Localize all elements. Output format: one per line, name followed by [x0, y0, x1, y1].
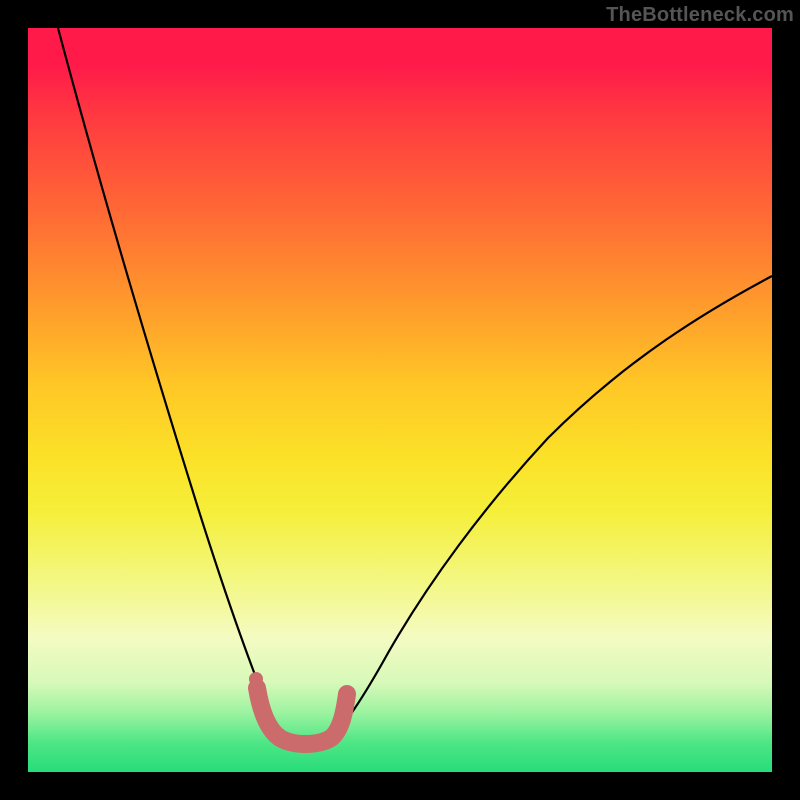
valley-fit-dot: [249, 672, 263, 686]
curve-left: [58, 28, 286, 742]
watermark-text: TheBottleneck.com: [606, 4, 794, 27]
curve-right: [328, 276, 772, 742]
valley-fit-marker: [257, 688, 347, 744]
chart-svg: [28, 28, 772, 772]
plot-area: [28, 28, 772, 772]
chart-frame: TheBottleneck.com: [0, 0, 800, 800]
